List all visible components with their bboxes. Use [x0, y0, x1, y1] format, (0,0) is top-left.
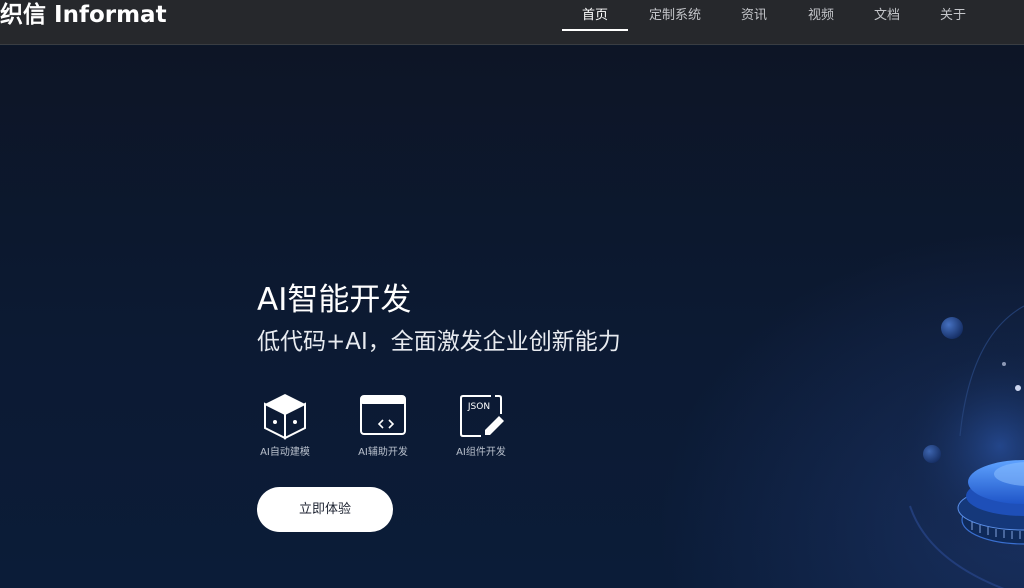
try-now-button[interactable]: 立即体验	[257, 487, 393, 532]
hero-section: AI智能开发 低代码+AI，全面激发企业创新能力 AI自动建模 AI辅助开发 J…	[0, 46, 1024, 588]
logo[interactable]: 织信 Informat	[0, 0, 167, 30]
top-nav-bar: 织信 Informat 首页 定制系统 资讯 视频 文档 关于	[0, 0, 1024, 45]
json-icon-text: JSON	[467, 402, 490, 412]
json-edit-icon: JSON	[460, 395, 504, 437]
feature-ai-assisted-dev: AI辅助开发	[348, 392, 418, 458]
code-window-icon	[360, 395, 406, 435]
cube-icon	[264, 394, 306, 440]
nav-item-home[interactable]: 首页	[562, 0, 628, 31]
nav-item-video[interactable]: 视频	[797, 0, 845, 31]
decorative-disc-graphic	[890, 276, 1024, 588]
page: 织信 Informat 首页 定制系统 资讯 视频 文档 关于 AI智能开发 低…	[0, 0, 1024, 588]
feature-label: AI辅助开发	[358, 447, 408, 458]
nav-item-custom-system[interactable]: 定制系统	[641, 0, 709, 31]
nav-item-docs[interactable]: 文档	[863, 0, 911, 31]
feature-label: AI自动建模	[260, 447, 310, 458]
hero-subtitle: 低代码+AI，全面激发企业创新能力	[257, 329, 621, 355]
feature-ai-component-dev: JSON AI组件开发	[446, 392, 516, 458]
nav-item-about[interactable]: 关于	[929, 0, 977, 31]
hero-title: AI智能开发	[257, 282, 412, 318]
nav-active-indicator	[562, 29, 628, 31]
feature-label: AI组件开发	[456, 447, 506, 458]
nav-item-news[interactable]: 资讯	[730, 0, 778, 31]
feature-ai-modeling: AI自动建模	[250, 392, 320, 458]
